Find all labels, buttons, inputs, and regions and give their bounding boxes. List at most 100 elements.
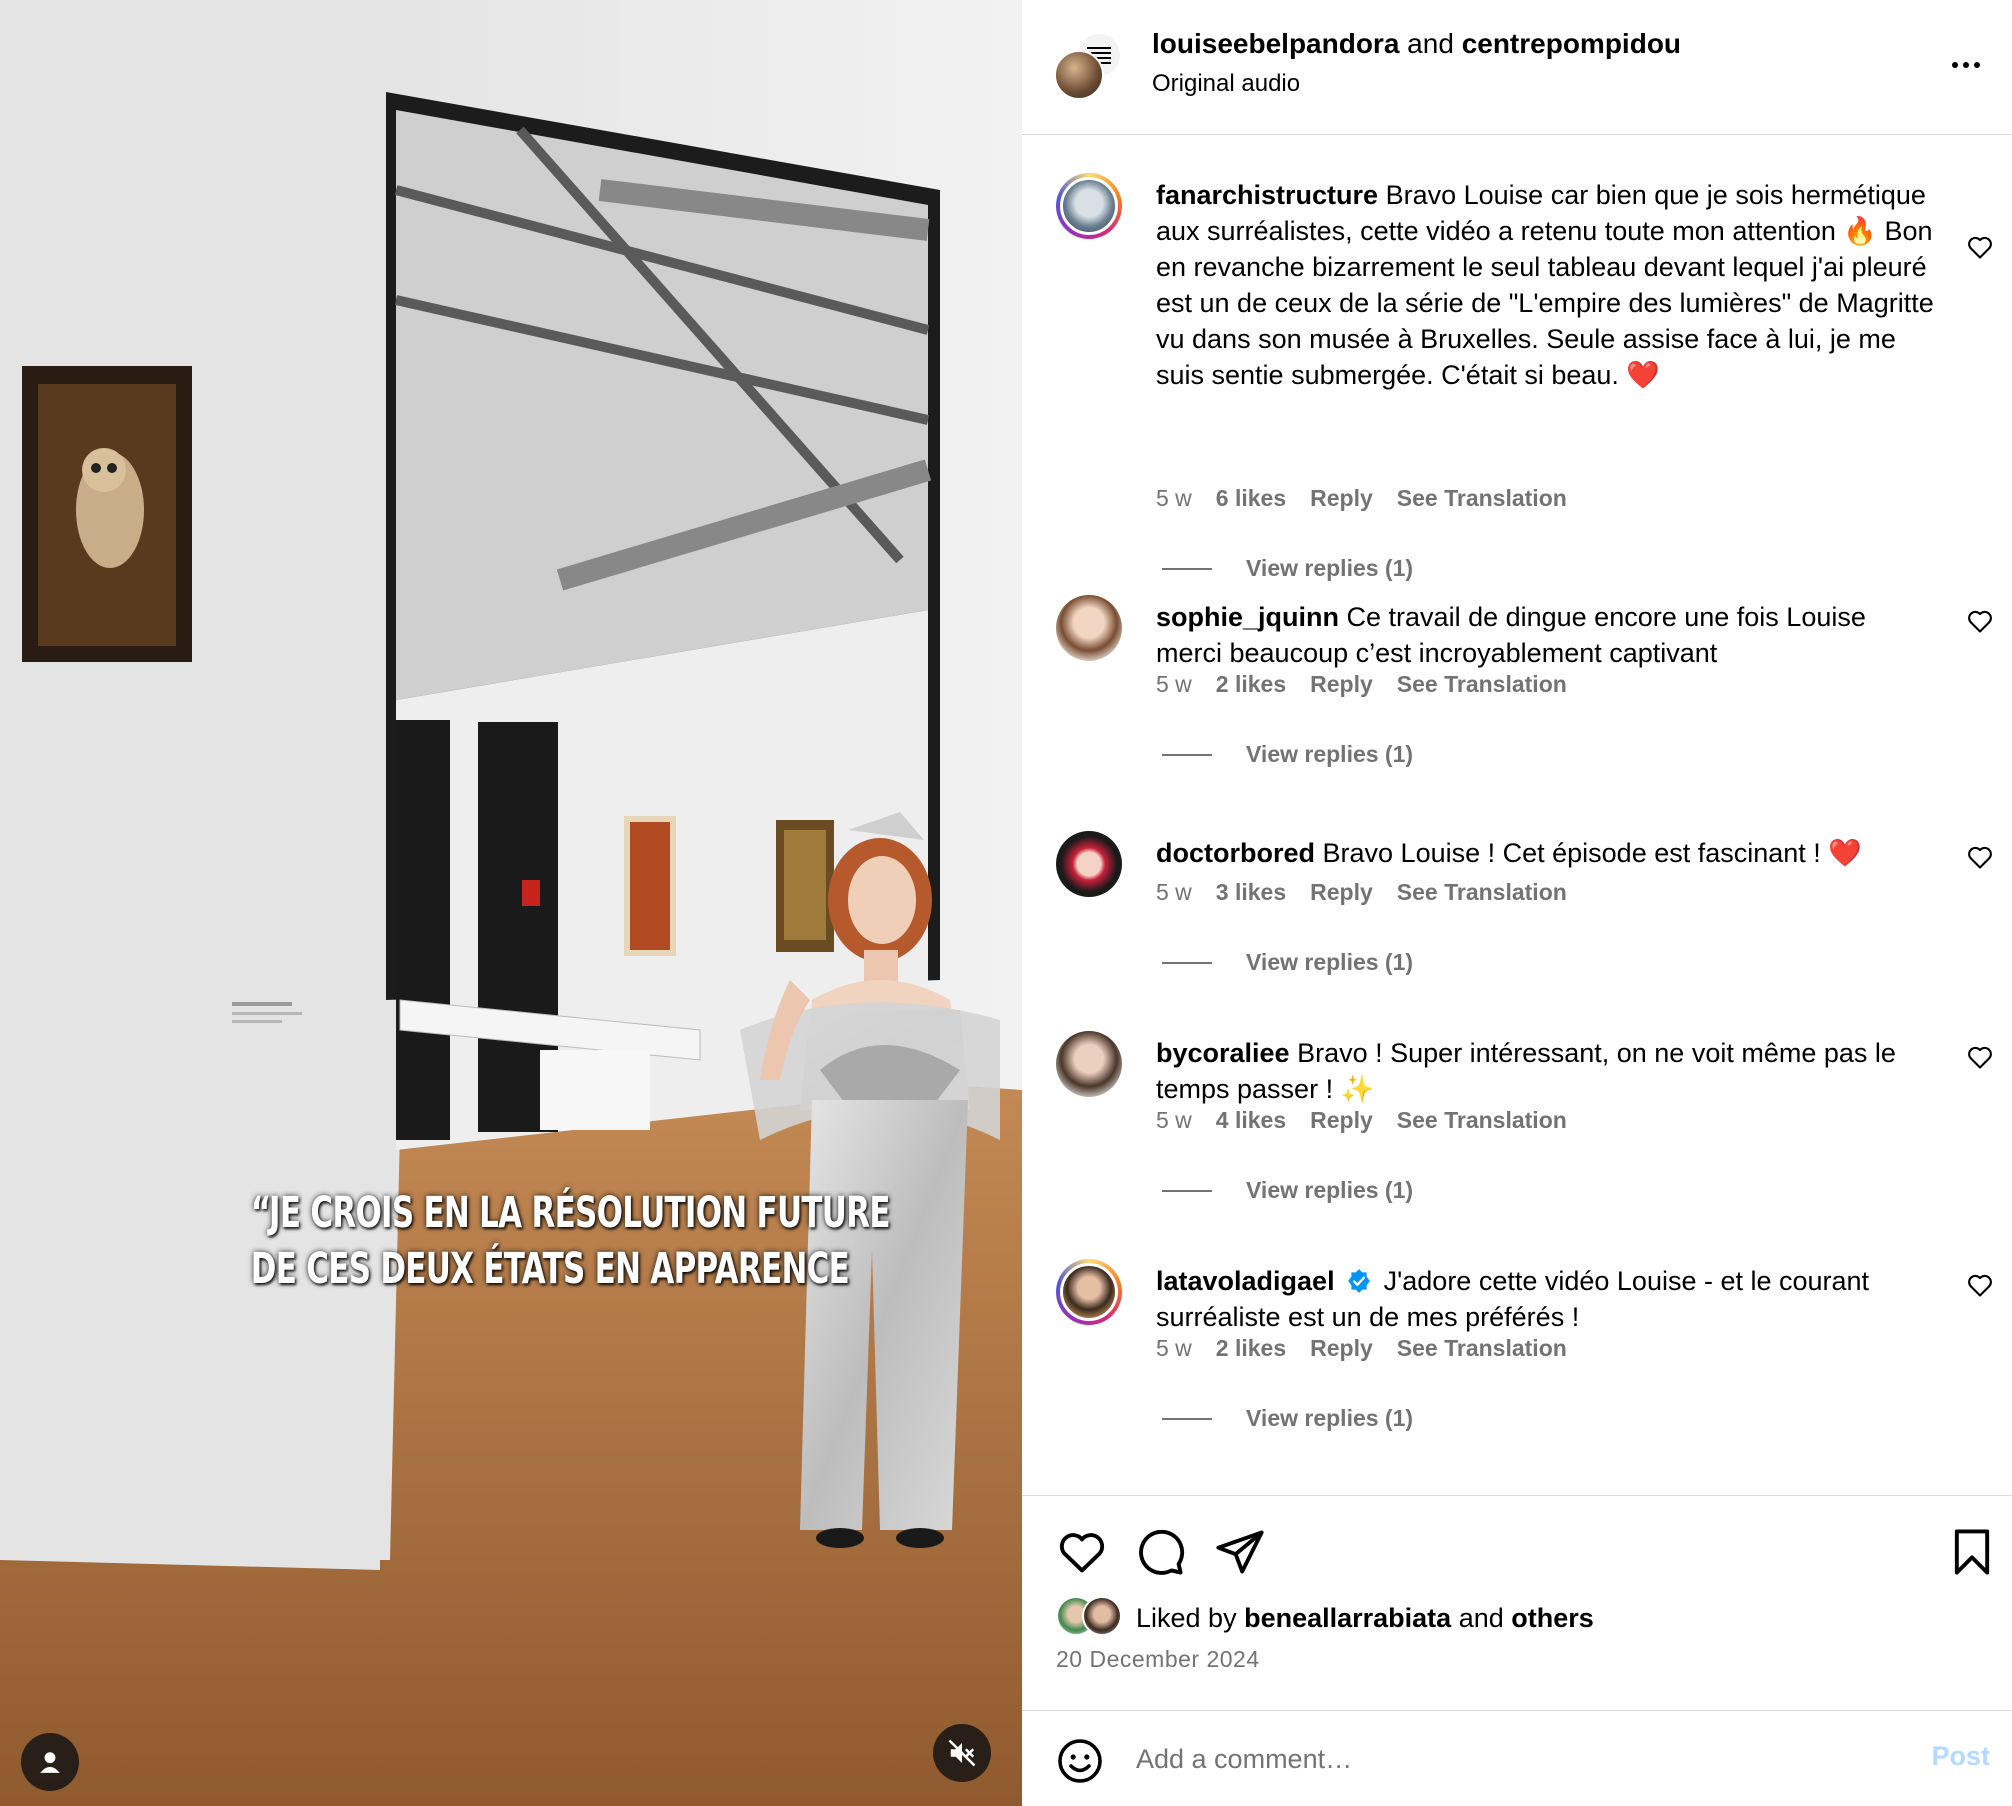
see-translation-button[interactable]: See Translation — [1397, 485, 1567, 512]
liker-avatar — [1082, 1596, 1122, 1636]
muted-speaker-icon — [948, 1739, 976, 1767]
comment-meta: 5 w 2 likes Reply See Translation — [1156, 671, 1567, 698]
comment-likes[interactable]: 3 likes — [1216, 879, 1286, 906]
comment-username[interactable]: doctorbored — [1156, 838, 1315, 868]
post-header: louiseebelpandora and centrepompidou Ori… — [1022, 0, 2012, 135]
liked-by-and: and — [1451, 1602, 1512, 1633]
replies-line — [1162, 1417, 1212, 1420]
paper-plane-icon[interactable] — [1214, 1526, 1266, 1578]
comment-time[interactable]: 5 w — [1156, 1335, 1192, 1362]
post-authors: louiseebelpandora and centrepompidou — [1152, 28, 1681, 60]
comment-time[interactable]: 5 w — [1156, 671, 1192, 698]
comment-heart-icon[interactable] — [1966, 233, 1994, 261]
comment-username[interactable]: sophie_jquinn — [1156, 602, 1339, 632]
audio-link[interactable]: Original audio — [1152, 70, 1300, 98]
comment-body: doctorbored Bravo Louise ! Cet épisode e… — [1156, 835, 1936, 871]
comment-body: fanarchistructure Bravo Louise car bien … — [1156, 177, 1936, 393]
collaborator-username[interactable]: centrepompidou — [1462, 28, 1681, 59]
comment-input[interactable] — [1136, 1733, 1836, 1785]
comment-meta: 5 w 4 likes Reply See Translation — [1156, 1107, 1567, 1134]
replies-line — [1162, 567, 1212, 570]
view-replies-button[interactable]: View replies (1) — [1162, 741, 1413, 768]
commenter-avatar[interactable] — [1056, 831, 1122, 897]
caption-line: “JE CROIS EN LA RÉSOLUTION FUTURE — [250, 1188, 891, 1238]
user-icon — [40, 1752, 60, 1773]
more-dots-icon — [1963, 62, 1969, 68]
view-replies-label: View replies (1) — [1246, 555, 1414, 581]
replies-line — [1162, 1189, 1212, 1192]
video-player[interactable]: “JE CROIS EN LA RÉSOLUTION FUTURE DE CES… — [0, 0, 1022, 1806]
reply-button[interactable]: Reply — [1310, 485, 1373, 512]
video-caption-overlay: “JE CROIS EN LA RÉSOLUTION FUTURE DE CES… — [250, 1185, 891, 1297]
see-translation-button[interactable]: See Translation — [1397, 671, 1567, 698]
view-replies-button[interactable]: View replies (1) — [1162, 1177, 1413, 1204]
more-options-button[interactable] — [1946, 50, 1986, 80]
view-replies-label: View replies (1) — [1246, 1405, 1414, 1431]
comment-username[interactable]: bycoraliee — [1156, 1038, 1290, 1068]
more-dots-icon — [1952, 62, 1958, 68]
smiley-icon[interactable] — [1056, 1737, 1104, 1785]
view-replies-button[interactable]: View replies (1) — [1162, 1405, 1413, 1432]
comment-likes[interactable]: 4 likes — [1216, 1107, 1286, 1134]
reply-button[interactable]: Reply — [1310, 671, 1373, 698]
heart-icon[interactable] — [1056, 1526, 1108, 1578]
post-actions: Liked by beneallarrabiata and others 20 … — [1022, 1495, 2012, 1715]
comment-meta: 5 w 6 likes Reply See Translation — [1156, 485, 1567, 512]
tagged-users-button[interactable] — [21, 1733, 79, 1791]
commenter-avatar[interactable] — [1056, 173, 1122, 239]
comment-likes[interactable]: 2 likes — [1216, 1335, 1286, 1362]
liked-by-row: Liked by beneallarrabiata and others — [1056, 1596, 1594, 1640]
liked-by-others-link[interactable]: others — [1511, 1603, 1594, 1634]
video-frame-image — [0, 0, 1022, 1806]
see-translation-button[interactable]: See Translation — [1397, 1107, 1567, 1134]
replies-line — [1162, 753, 1212, 756]
post-comment-button[interactable]: Post — [1931, 1741, 1990, 1772]
reply-button[interactable]: Reply — [1310, 1107, 1373, 1134]
mute-toggle-button[interactable] — [933, 1724, 991, 1782]
post-panel: louiseebelpandora and centrepompidou Ori… — [1022, 0, 2012, 1806]
comment-heart-icon[interactable] — [1966, 843, 1994, 871]
comment-body: latavoladigael J'adore cette vidéo Louis… — [1156, 1263, 1936, 1335]
comment-heart-icon[interactable] — [1966, 607, 1994, 635]
view-replies-button[interactable]: View replies (1) — [1162, 949, 1413, 976]
see-translation-button[interactable]: See Translation — [1397, 1335, 1567, 1362]
view-replies-label: View replies (1) — [1246, 741, 1414, 767]
comment-username[interactable]: latavoladigael — [1156, 1266, 1335, 1296]
bookmark-icon[interactable] — [1946, 1526, 1998, 1578]
comment-username[interactable]: fanarchistructure — [1156, 180, 1378, 210]
commenter-avatar[interactable] — [1056, 595, 1122, 661]
reply-button[interactable]: Reply — [1310, 879, 1373, 906]
comment-heart-icon[interactable] — [1966, 1043, 1994, 1071]
comment-time[interactable]: 5 w — [1156, 485, 1192, 512]
authors-joiner: and — [1399, 28, 1462, 59]
author-username[interactable]: louiseebelpandora — [1152, 28, 1399, 59]
commenter-avatar[interactable] — [1056, 1031, 1122, 1097]
comment-text: Bravo Louise ! Cet épisode est fascinant… — [1322, 838, 1862, 868]
liked-by-prefix: Liked by — [1136, 1602, 1245, 1633]
comment-time[interactable]: 5 w — [1156, 879, 1192, 906]
comment-body: bycoraliee Bravo ! Super intéressant, on… — [1156, 1035, 1936, 1107]
post-date[interactable]: 20 December 2024 — [1056, 1646, 1260, 1673]
more-dots-icon — [1974, 62, 1980, 68]
view-replies-label: View replies (1) — [1246, 949, 1414, 975]
comments-list[interactable]: fanarchistructure Bravo Louise car bien … — [1022, 135, 2012, 1495]
caption-line: DE CES DEUX ÉTATS EN APPARENCE — [250, 1244, 850, 1294]
comment-meta: 5 w 3 likes Reply See Translation — [1156, 879, 1567, 906]
comment-composer: Post — [1022, 1710, 2012, 1806]
comment-text: Bravo Louise car bien que je sois hermét… — [1156, 180, 1934, 390]
comment-likes[interactable]: 2 likes — [1216, 671, 1286, 698]
comment-heart-icon[interactable] — [1966, 1271, 1994, 1299]
replies-line — [1162, 961, 1212, 964]
comment-time[interactable]: 5 w — [1156, 1107, 1192, 1134]
see-translation-button[interactable]: See Translation — [1397, 879, 1567, 906]
liked-by-username[interactable]: beneallarrabiata — [1244, 1603, 1451, 1634]
view-replies-button[interactable]: View replies (1) — [1162, 555, 1413, 582]
louiseebelpandora-avatar[interactable] — [1054, 50, 1104, 100]
comment-bubble-icon[interactable] — [1134, 1526, 1186, 1578]
liked-by-avatars[interactable] — [1056, 1596, 1126, 1640]
author-avatars[interactable] — [1054, 28, 1134, 108]
comment-body: sophie_jquinn Ce travail de dingue encor… — [1156, 599, 1936, 671]
comment-likes[interactable]: 6 likes — [1216, 485, 1286, 512]
reply-button[interactable]: Reply — [1310, 1335, 1373, 1362]
commenter-avatar[interactable] — [1056, 1259, 1122, 1325]
